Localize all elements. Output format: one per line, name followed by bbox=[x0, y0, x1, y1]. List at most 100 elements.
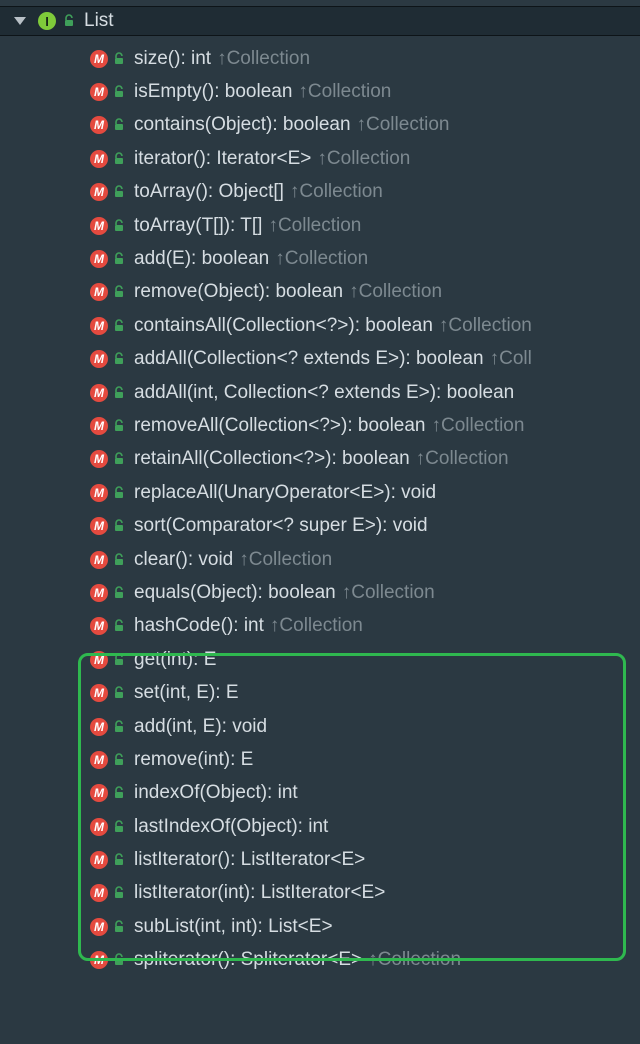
method-signature: hashCode(): int bbox=[134, 615, 264, 637]
inherited-from: ↑Coll bbox=[490, 348, 532, 370]
method-row[interactable]: Mequals(Object): boolean↑Collection bbox=[90, 576, 640, 609]
inherited-from: ↑Collection bbox=[416, 448, 509, 470]
method-icon: M bbox=[90, 217, 108, 235]
method-signature: removeAll(Collection<?>): boolean bbox=[134, 415, 426, 437]
unlock-icon bbox=[112, 486, 126, 500]
inherited-from: ↑Collection bbox=[217, 48, 310, 70]
method-row[interactable]: MlistIterator(int): ListIterator<E> bbox=[90, 877, 640, 910]
inherited-from: ↑Collection bbox=[432, 415, 525, 437]
method-icon: M bbox=[90, 183, 108, 201]
method-signature: toArray(T[]): T[] bbox=[134, 215, 262, 237]
method-signature: contains(Object): boolean bbox=[134, 114, 351, 136]
method-signature: get(int): E bbox=[134, 649, 216, 671]
unlock-icon bbox=[112, 653, 126, 667]
unlock-icon bbox=[112, 953, 126, 967]
method-signature: subList(int, int): List<E> bbox=[134, 916, 333, 938]
method-row[interactable]: MlistIterator(): ListIterator<E> bbox=[90, 843, 640, 876]
method-icon: M bbox=[90, 517, 108, 535]
method-signature: remove(int): E bbox=[134, 749, 253, 771]
method-signature: set(int, E): E bbox=[134, 682, 239, 704]
inherited-from: ↑Collection bbox=[317, 148, 410, 170]
method-row[interactable]: Mclear(): void↑Collection bbox=[90, 543, 640, 576]
unlock-icon bbox=[112, 886, 126, 900]
unlock-icon bbox=[62, 14, 76, 28]
method-signature: listIterator(): ListIterator<E> bbox=[134, 849, 365, 871]
method-signature: addAll(Collection<? extends E>): boolean bbox=[134, 348, 484, 370]
method-row[interactable]: MtoArray(): Object[]↑Collection bbox=[90, 176, 640, 209]
inherited-from: ↑Collection bbox=[270, 615, 363, 637]
method-row[interactable]: MreplaceAll(UnaryOperator<E>): void bbox=[90, 476, 640, 509]
method-icon: M bbox=[90, 651, 108, 669]
unlock-icon bbox=[112, 452, 126, 466]
interface-header-row[interactable]: I List bbox=[0, 6, 640, 36]
method-row[interactable]: MtoArray(T[]): T[] ↑Collection bbox=[90, 209, 640, 242]
unlock-icon bbox=[112, 553, 126, 567]
unlock-icon bbox=[112, 252, 126, 266]
inherited-from: ↑Collection bbox=[439, 315, 532, 337]
method-row[interactable]: Msort(Comparator<? super E>): void bbox=[90, 509, 640, 542]
inherited-from: ↑Collection bbox=[298, 81, 391, 103]
inherited-from: ↑Collection bbox=[368, 949, 461, 971]
unlock-icon bbox=[112, 419, 126, 433]
method-row[interactable]: MaddAll(int, Collection<? extends E>): b… bbox=[90, 376, 640, 409]
method-row[interactable]: Madd(E): boolean ↑Collection bbox=[90, 242, 640, 275]
method-row[interactable]: Msize(): int↑Collection bbox=[90, 42, 640, 75]
unlock-icon bbox=[112, 152, 126, 166]
inherited-from: ↑Collection bbox=[275, 248, 368, 270]
interface-icon: I bbox=[38, 12, 56, 30]
method-row[interactable]: MindexOf(Object): int bbox=[90, 777, 640, 810]
unlock-icon bbox=[112, 319, 126, 333]
method-row[interactable]: Mset(int, E): E bbox=[90, 676, 640, 709]
method-row[interactable]: MretainAll(Collection<?>): boolean↑Colle… bbox=[90, 443, 640, 476]
method-icon: M bbox=[90, 283, 108, 301]
unlock-icon bbox=[112, 85, 126, 99]
method-row[interactable]: MaddAll(Collection<? extends E>): boolea… bbox=[90, 343, 640, 376]
method-signature: iterator(): Iterator<E> bbox=[134, 148, 311, 170]
method-signature: indexOf(Object): int bbox=[134, 782, 298, 804]
method-row[interactable]: MlastIndexOf(Object): int bbox=[90, 810, 640, 843]
unlock-icon bbox=[112, 720, 126, 734]
method-icon: M bbox=[90, 951, 108, 969]
unlock-icon bbox=[112, 185, 126, 199]
method-icon: M bbox=[90, 50, 108, 68]
method-row[interactable]: Mspliterator(): Spliterator<E> ↑Collectio… bbox=[90, 944, 640, 977]
method-icon: M bbox=[90, 83, 108, 101]
method-icon: M bbox=[90, 818, 108, 836]
unlock-icon bbox=[112, 820, 126, 834]
method-icon: M bbox=[90, 617, 108, 635]
method-row[interactable]: Mremove(int): E bbox=[90, 743, 640, 776]
method-row[interactable]: Madd(int, E): void bbox=[90, 710, 640, 743]
unlock-icon bbox=[112, 686, 126, 700]
method-row[interactable]: MisEmpty(): boolean ↑Collection bbox=[90, 75, 640, 108]
method-list: Msize(): int↑CollectionMisEmpty(): boole… bbox=[0, 36, 640, 977]
method-row[interactable]: Miterator(): Iterator<E>↑Collection bbox=[90, 142, 640, 175]
method-icon: M bbox=[90, 350, 108, 368]
inherited-from: ↑Collection bbox=[239, 549, 332, 571]
method-signature: lastIndexOf(Object): int bbox=[134, 816, 328, 838]
method-icon: M bbox=[90, 918, 108, 936]
method-signature: clear(): void bbox=[134, 549, 233, 571]
method-icon: M bbox=[90, 851, 108, 869]
expand-arrow-icon[interactable] bbox=[14, 17, 26, 25]
unlock-icon bbox=[112, 619, 126, 633]
method-row[interactable]: Mremove(Object): boolean↑Collection bbox=[90, 276, 640, 309]
method-row[interactable]: MhashCode(): int ↑Collection bbox=[90, 610, 640, 643]
method-signature: add(E): boolean bbox=[134, 248, 269, 270]
method-row[interactable]: Mget(int): E bbox=[90, 643, 640, 676]
method-signature: containsAll(Collection<?>): boolean bbox=[134, 315, 433, 337]
method-signature: listIterator(int): ListIterator<E> bbox=[134, 882, 385, 904]
method-signature: equals(Object): boolean bbox=[134, 582, 336, 604]
method-row[interactable]: McontainsAll(Collection<?>): boolean↑Col… bbox=[90, 309, 640, 342]
method-icon: M bbox=[90, 718, 108, 736]
method-signature: spliterator(): Spliterator<E> bbox=[134, 949, 362, 971]
method-row[interactable]: MremoveAll(Collection<?>): boolean↑Colle… bbox=[90, 409, 640, 442]
method-row[interactable]: MsubList(int, int): List<E> bbox=[90, 910, 640, 943]
method-icon: M bbox=[90, 250, 108, 268]
method-signature: remove(Object): boolean bbox=[134, 281, 343, 303]
method-icon: M bbox=[90, 116, 108, 134]
unlock-icon bbox=[112, 920, 126, 934]
method-row[interactable]: Mcontains(Object): boolean↑Collection bbox=[90, 109, 640, 142]
inherited-from: ↑Collection bbox=[290, 181, 383, 203]
method-signature: isEmpty(): boolean bbox=[134, 81, 292, 103]
inherited-from: ↑Collection bbox=[268, 215, 361, 237]
